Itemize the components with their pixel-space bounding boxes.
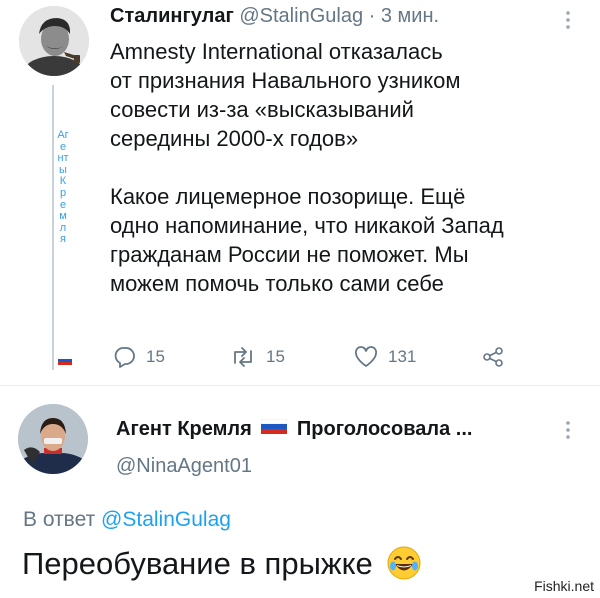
- thread-line: [52, 85, 54, 370]
- reply-author-name[interactable]: Агент Кремля Проголосовала ...: [116, 417, 472, 441]
- thread-caption: АгентыКремля: [57, 129, 69, 246]
- retweet-count: 15: [266, 347, 285, 366]
- reply-author-name-part2: Проголосовала ...: [296, 418, 473, 440]
- reply-author-handle[interactable]: @NinaAgent01: [116, 455, 252, 478]
- retweet-icon[interactable]: [230, 346, 256, 368]
- reply-text-content: Переобувание в прыжке: [22, 546, 373, 581]
- reply-to-line: В ответ @StalinGulag: [23, 508, 231, 532]
- russia-flag-icon: [57, 352, 73, 365]
- reply-action[interactable]: 15: [112, 346, 165, 368]
- author-handle[interactable]: @StalinGulag: [239, 5, 363, 27]
- retweet-action[interactable]: 15: [230, 346, 285, 368]
- share-icon[interactable]: [482, 346, 504, 368]
- watermark-text: Fishki.net: [532, 578, 596, 594]
- author-name[interactable]: Сталингулаг: [110, 5, 234, 27]
- reply-icon[interactable]: [112, 346, 136, 368]
- meta-separator: ·: [368, 5, 376, 27]
- tweet-header: Сталингулаг @StalinGulag · 3 мин.: [110, 5, 439, 28]
- reply-count: 15: [146, 347, 165, 366]
- tweet-actions: 15 15 131: [112, 346, 532, 376]
- reply-more-icon[interactable]: [563, 420, 573, 440]
- share-action[interactable]: [482, 346, 504, 368]
- reply-text: Переобувание в прыжке: [22, 546, 421, 588]
- tweet-paragraph-2: Какое лицемерное позорище. Ещё одно напо…: [110, 184, 504, 296]
- like-icon[interactable]: [354, 346, 378, 368]
- russia-flag-icon: [261, 417, 288, 440]
- reply-to-prefix: В ответ: [23, 508, 96, 531]
- tweet-time[interactable]: 3 мин.: [381, 5, 439, 27]
- reply-author-name-part1: Агент Кремля: [116, 418, 252, 440]
- tweet-divider: [0, 385, 600, 386]
- like-action[interactable]: 131: [354, 346, 416, 368]
- laughing-emoji-icon: [387, 546, 421, 588]
- reply-to-handle[interactable]: @StalinGulag: [101, 508, 231, 531]
- like-count: 131: [388, 347, 417, 366]
- reply-author-avatar[interactable]: [18, 404, 88, 474]
- tweet-text: Amnesty International отказалась от приз…: [110, 37, 570, 298]
- more-icon[interactable]: [563, 10, 573, 30]
- tweet-paragraph-1: Amnesty International отказалась от приз…: [110, 39, 461, 151]
- watermark: Fishki.net: [532, 578, 596, 594]
- author-avatar[interactable]: [19, 6, 89, 76]
